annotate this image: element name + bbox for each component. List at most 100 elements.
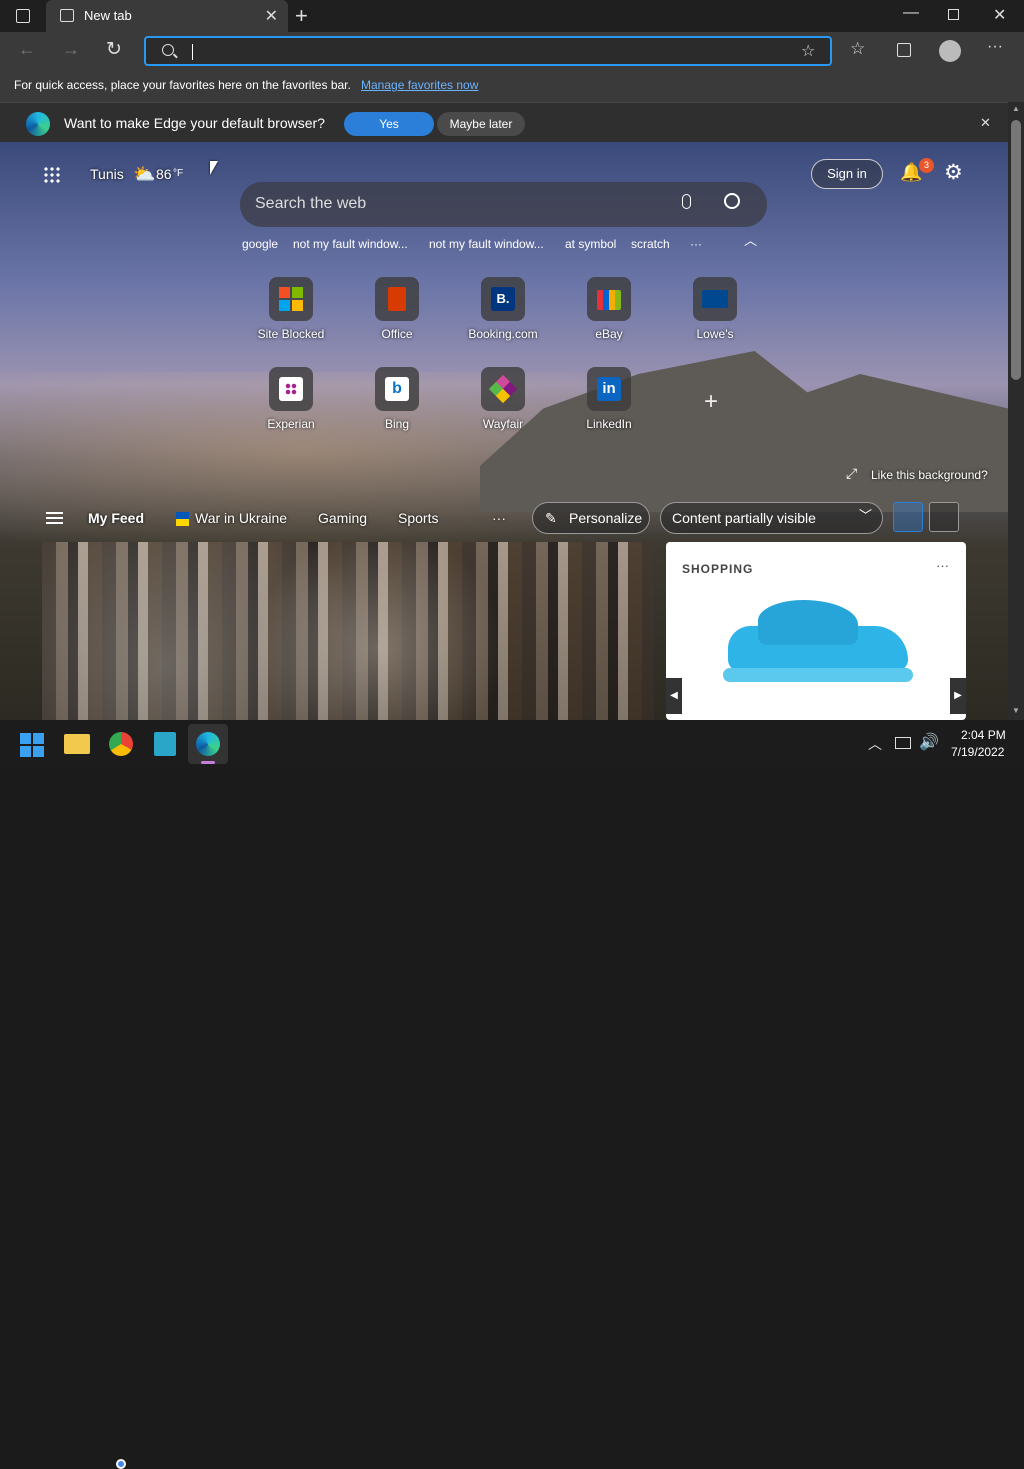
web-search-placeholder: Search the web: [255, 195, 367, 212]
feed-tab-gaming[interactable]: Gaming: [318, 510, 367, 526]
close-tab-icon[interactable]: ✕: [265, 6, 278, 26]
microsoft-logo-icon: [269, 277, 313, 321]
linkedin-logo-icon: in: [587, 367, 631, 411]
expand-arrow-icon[interactable]: ⤢: [846, 465, 857, 482]
tile-label: Office: [381, 327, 413, 341]
chevron-down-icon: ﹀: [859, 508, 873, 523]
weather-partly-sunny-icon: ⛅: [133, 164, 156, 184]
search-suggestion[interactable]: at symbol: [565, 237, 616, 251]
web-search-box[interactable]: Search the web: [240, 182, 767, 227]
favorites-bar: For quick access, place your favorites h…: [0, 70, 1024, 102]
refresh-button[interactable]: ↻: [106, 38, 122, 61]
edge-icon: [196, 732, 220, 756]
shopping-card[interactable]: SHOPPING ··· ◀ ▶: [666, 542, 966, 720]
clock-time[interactable]: 2:04 PM: [961, 728, 1006, 742]
set-default-yes-button[interactable]: Yes: [344, 112, 434, 136]
carousel-next-button[interactable]: ▶: [950, 678, 966, 714]
scrollbar-thumb[interactable]: [1011, 120, 1021, 380]
tab-new-tab[interactable]: New tab ✕: [46, 0, 288, 32]
search-suggestion[interactable]: google: [242, 237, 278, 251]
store-app-icon[interactable]: [154, 732, 176, 756]
tile-label: Site Blocked: [257, 327, 325, 341]
windows-start-icon[interactable]: [20, 733, 44, 757]
quick-link-tile[interactable]: b Bing: [352, 367, 442, 431]
quick-link-tile[interactable]: Office: [352, 277, 442, 341]
tile-label: LinkedIn: [586, 417, 632, 431]
back-button[interactable]: ←: [18, 39, 36, 60]
hero-news-image[interactable]: [42, 542, 654, 720]
page-scrollbar[interactable]: ▲ ▼: [1008, 102, 1024, 720]
search-suggestion[interactable]: not my fault window...: [293, 237, 408, 251]
bing-logo-icon: b: [375, 367, 419, 411]
feed-tab-war-in-ukraine[interactable]: War in Ukraine: [195, 510, 287, 526]
grid-layout-icon[interactable]: [893, 502, 923, 532]
add-site-plus-icon[interactable]: +: [704, 388, 718, 416]
profile-avatar[interactable]: [939, 40, 961, 62]
maybe-later-button[interactable]: Maybe later: [437, 112, 525, 136]
address-bar[interactable]: ☆: [144, 36, 832, 66]
quick-link-tile[interactable]: Experian: [246, 367, 336, 431]
quick-link-tile[interactable]: eBay: [564, 277, 654, 341]
search-suggestion[interactable]: scratch: [631, 237, 670, 251]
restore-button[interactable]: [948, 9, 959, 20]
volume-icon[interactable]: 🔊: [919, 732, 939, 752]
web-search-icon[interactable]: [724, 193, 740, 209]
network-icon[interactable]: [895, 737, 911, 749]
tile-label: Wayfair: [482, 417, 524, 431]
manage-favorites-link[interactable]: Manage favorites now: [361, 78, 478, 92]
settings-and-more-icon[interactable]: ···: [987, 38, 1003, 56]
feed-tab-sports[interactable]: Sports: [398, 510, 438, 526]
feed-tab-my-feed[interactable]: My Feed: [88, 510, 144, 526]
search-icon-handle: [173, 53, 178, 59]
content-visibility-value: Content partially visible: [672, 510, 816, 526]
tile-label: Bing: [384, 417, 410, 431]
scroll-up-arrow-icon[interactable]: ▲: [1012, 104, 1020, 113]
weather-city[interactable]: Tunis: [90, 166, 124, 182]
clock-date[interactable]: 7/19/2022: [951, 745, 1004, 759]
carousel-prev-button[interactable]: ◀: [666, 678, 682, 714]
ukraine-flag-icon: [176, 512, 189, 526]
forward-button[interactable]: →: [62, 39, 80, 60]
more-feed-tabs-button[interactable]: ···: [492, 510, 506, 526]
chrome-icon[interactable]: [109, 732, 133, 756]
new-tab-button[interactable]: +: [295, 3, 308, 29]
quick-link-tile[interactable]: Wayfair: [458, 367, 548, 431]
minimize-button[interactable]: —: [903, 4, 919, 22]
new-tab-page: Tunis ⛅ 86 °F Sign in 🔔 3 ⚙ Search the w…: [0, 142, 1008, 720]
favorites-icon[interactable]: ☆: [850, 39, 865, 59]
quick-link-tile[interactable]: B. Booking.com: [458, 277, 548, 341]
edge-taskbar-button[interactable]: [188, 724, 228, 764]
blue-sneaker-image: [718, 586, 918, 696]
add-favorite-icon[interactable]: ☆: [801, 41, 815, 61]
content-visibility-dropdown[interactable]: Content partially visible ﹀: [660, 502, 883, 534]
page-settings-gear-icon[interactable]: ⚙: [944, 160, 963, 185]
apps-launcher-icon[interactable]: [43, 166, 61, 184]
favorites-bar-hint: For quick access, place your favorites h…: [14, 78, 351, 92]
sign-in-button[interactable]: Sign in: [811, 159, 883, 189]
close-infobar-icon[interactable]: ✕: [980, 115, 991, 131]
personalize-button[interactable]: ✎ Personalize: [532, 502, 650, 534]
tab-strip: New tab ✕ + — ✕: [0, 0, 1024, 32]
pencil-icon: ✎: [545, 510, 557, 526]
more-suggestions-button[interactable]: ···: [690, 237, 702, 251]
search-suggestion[interactable]: not my fault window...: [429, 237, 544, 251]
scroll-down-arrow-icon[interactable]: ▼: [1012, 706, 1020, 715]
collapse-suggestions-chevron-icon[interactable]: ︿: [744, 230, 757, 249]
tab-actions-icon[interactable]: [16, 9, 30, 23]
voice-search-microphone-icon[interactable]: [682, 194, 691, 209]
quick-link-tile[interactable]: in LinkedIn: [564, 367, 654, 431]
weather-temperature[interactable]: 86: [156, 166, 172, 182]
collections-icon[interactable]: [897, 43, 911, 57]
quick-link-tile[interactable]: Lowe's: [670, 277, 760, 341]
close-window-button[interactable]: ✕: [993, 5, 1006, 25]
tile-label: eBay: [595, 327, 623, 341]
like-background-link[interactable]: Like this background?: [871, 468, 988, 482]
chrome-icon-center: [116, 1459, 126, 1469]
windows-taskbar: ︿ 🔊 2:04 PM 7/19/2022: [0, 720, 1024, 1469]
show-hidden-icons-chevron[interactable]: ︿: [868, 734, 882, 754]
list-layout-icon[interactable]: [929, 502, 959, 532]
notification-count-badge: 3: [919, 158, 934, 173]
file-explorer-icon[interactable]: [64, 734, 90, 754]
shopping-card-more-button[interactable]: ···: [936, 558, 949, 573]
quick-link-tile[interactable]: Site Blocked: [246, 277, 336, 341]
